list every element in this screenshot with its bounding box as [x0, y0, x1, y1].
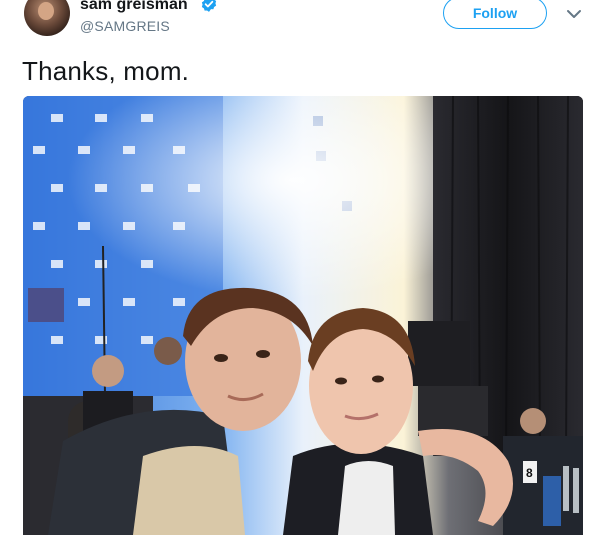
chevron-down-icon[interactable]: [566, 8, 582, 20]
tweet-photo[interactable]: 8: [23, 96, 583, 535]
avatar-face: [38, 2, 54, 20]
user-handle[interactable]: @SAMGREIS: [80, 18, 170, 34]
display-name[interactable]: sam greisman: [80, 0, 188, 14]
photo-scene: 8: [23, 96, 583, 535]
follow-button[interactable]: Follow: [443, 0, 547, 29]
table-number-sign: 8: [526, 466, 533, 480]
tweet-header: sam greisman @SAMGREIS Follow: [0, 0, 597, 52]
verified-badge-icon: [201, 0, 217, 12]
tweet-text: Thanks, mom.: [22, 56, 190, 86]
avatar[interactable]: [24, 0, 70, 36]
